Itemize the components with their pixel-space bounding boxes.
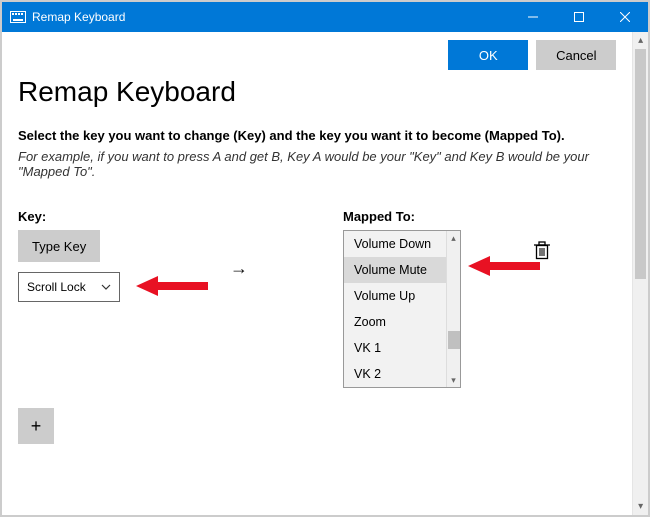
listbox-option[interactable]: Volume Up: [344, 283, 460, 309]
close-icon: [620, 12, 630, 22]
mapped-to-column-label: Mapped To:: [343, 209, 415, 224]
listbox-option[interactable]: VK 1: [344, 335, 460, 361]
ok-button[interactable]: OK: [448, 40, 528, 70]
plus-icon: +: [31, 416, 42, 437]
delete-icon[interactable]: [533, 240, 551, 260]
chevron-down-icon: [101, 282, 111, 292]
listbox-option-selected[interactable]: Volume Mute: [344, 257, 460, 283]
key-dropdown-value: Scroll Lock: [27, 280, 86, 294]
maximize-button[interactable]: [556, 2, 602, 32]
listbox-option[interactable]: Volume Down: [344, 231, 460, 257]
app-icon: [10, 11, 26, 23]
key-dropdown[interactable]: Scroll Lock: [18, 272, 120, 302]
close-button[interactable]: [602, 2, 648, 32]
scroll-thumb[interactable]: [448, 331, 460, 349]
key-column-label: Key:: [18, 209, 343, 224]
cancel-button[interactable]: Cancel: [536, 40, 616, 70]
maps-to-arrow-icon: →: [228, 230, 343, 306]
minimize-button[interactable]: [510, 2, 556, 32]
remap-row: Type Key Scroll Lock → Volume Down Volum…: [18, 230, 616, 388]
instruction-primary: Select the key you want to change (Key) …: [18, 128, 616, 143]
maximize-icon: [574, 12, 584, 22]
add-mapping-button[interactable]: +: [18, 408, 54, 444]
scroll-down-icon[interactable]: ▾: [633, 498, 648, 515]
listbox-scrollbar[interactable]: ▴ ▾: [446, 231, 460, 387]
window-frame: Remap Keyboard OK Cancel Remap Keyboard …: [0, 0, 650, 517]
page-scrollbar[interactable]: ▴ ▾: [632, 32, 648, 515]
content-area: OK Cancel Remap Keyboard Select the key …: [2, 32, 632, 515]
instruction-example: For example, if you want to press A and …: [18, 149, 616, 179]
scroll-track[interactable]: [633, 49, 648, 498]
scroll-up-icon[interactable]: ▴: [447, 231, 461, 245]
scroll-up-icon[interactable]: ▴: [633, 32, 648, 49]
titlebar: Remap Keyboard: [2, 2, 648, 32]
mapped-to-listbox[interactable]: Volume Down Volume Mute Volume Up Zoom V…: [343, 230, 461, 388]
listbox-option[interactable]: VK 2: [344, 361, 460, 387]
scroll-down-icon[interactable]: ▾: [447, 373, 461, 387]
minimize-icon: [528, 12, 538, 22]
scroll-thumb[interactable]: [635, 49, 646, 279]
listbox-option[interactable]: Zoom: [344, 309, 460, 335]
page-title: Remap Keyboard: [18, 76, 616, 108]
type-key-button[interactable]: Type Key: [18, 230, 100, 262]
window-title: Remap Keyboard: [32, 10, 125, 24]
